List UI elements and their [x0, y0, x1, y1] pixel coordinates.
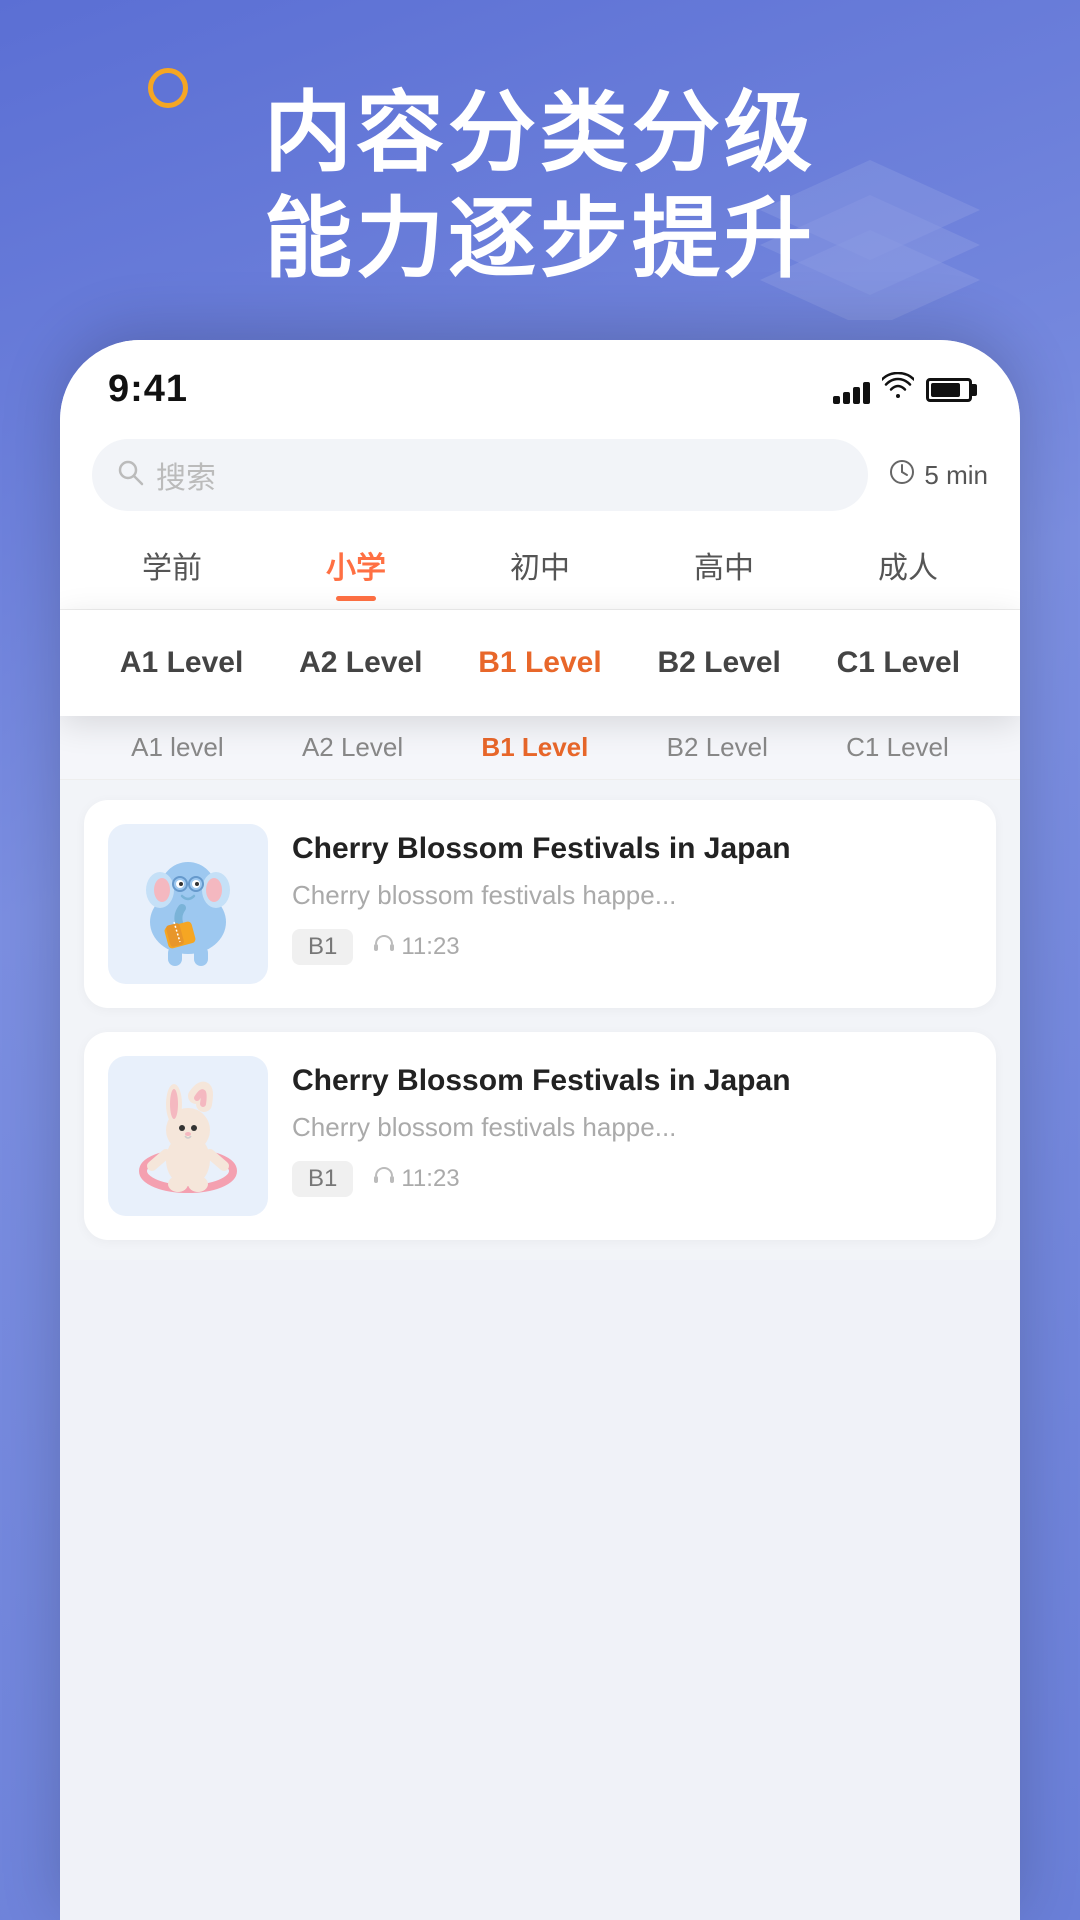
- article-info-2: Cherry Blossom Festivals in Japan Cherry…: [292, 1056, 972, 1197]
- duration-text-1: 11:23: [401, 933, 459, 961]
- search-box[interactable]: 搜索: [92, 439, 868, 511]
- duration-badge-1: 11:23: [373, 933, 459, 961]
- clock-icon: [888, 458, 916, 493]
- battery-icon: [926, 378, 972, 402]
- wifi-icon: [882, 372, 914, 407]
- article-title-2: Cherry Blossom Festivals in Japan: [292, 1060, 972, 1102]
- category-tabs: 学前 小学 初中 高中 成人: [60, 521, 1020, 610]
- status-icons: [833, 372, 972, 407]
- cat-tab-preschool[interactable]: 学前: [80, 529, 264, 601]
- sub-tab-a2[interactable]: A2 Level: [302, 732, 403, 763]
- headphone-icon-2: [373, 1165, 395, 1193]
- article-thumb-2: [108, 1056, 268, 1216]
- article-title-1: Cherry Blossom Festivals in Japan: [292, 828, 972, 870]
- article-card-1[interactable]: Cherry Blossom Festivals in Japan Cherry…: [84, 800, 996, 1008]
- cat-tab-elementary[interactable]: 小学: [264, 529, 448, 601]
- status-time: 9:41: [108, 368, 188, 411]
- search-placeholder: 搜索: [156, 453, 216, 497]
- article-info-1: Cherry Blossom Festivals in Japan Cherry…: [292, 824, 972, 965]
- sub-tab-c1[interactable]: C1 Level: [846, 732, 949, 763]
- level-badge-2: B1: [292, 1161, 353, 1197]
- sub-level-tabs: A1 level A2 Level B1 Level B2 Level C1 L…: [60, 716, 1020, 780]
- level-badge-1: B1: [292, 929, 353, 965]
- hero-section: 内容分类分级 能力逐步提升: [0, 80, 1080, 291]
- article-desc-2: Cherry blossom festivals happe...: [292, 1112, 712, 1143]
- article-thumb-1: [108, 824, 268, 984]
- search-icon: [116, 458, 144, 493]
- time-filter-label: 5 min: [924, 460, 988, 491]
- hero-title-line1: 内容分类分级: [0, 80, 1080, 186]
- article-desc-1: Cherry blossom festivals happe...: [292, 880, 712, 911]
- signal-icon: [833, 376, 870, 404]
- time-filter[interactable]: 5 min: [888, 458, 988, 493]
- status-bar: 9:41: [60, 340, 1020, 423]
- sub-tab-a1[interactable]: A1 level: [131, 732, 224, 763]
- duration-text-2: 11:23: [401, 1165, 459, 1193]
- article-list: Cherry Blossom Festivals in Japan Cherry…: [60, 780, 1020, 1260]
- sub-tab-b1[interactable]: B1 Level: [481, 732, 588, 763]
- cat-tab-adult[interactable]: 成人: [816, 529, 1000, 601]
- search-row: 搜索 5 min: [60, 423, 1020, 521]
- level-tabs-overlay: A1 Level A2 Level B1 Level B2 Level C1 L…: [60, 610, 1020, 716]
- duration-badge-2: 11:23: [373, 1165, 459, 1193]
- level-tab-c1[interactable]: C1 Level: [837, 638, 960, 688]
- level-tab-b1[interactable]: B1 Level: [478, 638, 601, 688]
- sub-tab-b2[interactable]: B2 Level: [667, 732, 768, 763]
- article-meta-1: B1 11:23: [292, 929, 972, 965]
- level-tab-a2[interactable]: A2 Level: [299, 638, 422, 688]
- phone-mockup: 9:41: [60, 340, 1020, 1920]
- app-content: 搜索 5 min 学前 小学 初中 高中 成人: [60, 423, 1020, 610]
- headphone-icon-1: [373, 933, 395, 961]
- cat-tab-middle[interactable]: 初中: [448, 529, 632, 601]
- cat-tab-high[interactable]: 高中: [632, 529, 816, 601]
- level-tab-a1[interactable]: A1 Level: [120, 638, 243, 688]
- level-tab-b2[interactable]: B2 Level: [657, 638, 780, 688]
- hero-title-line2: 能力逐步提升: [0, 186, 1080, 292]
- article-meta-2: B1 11:23: [292, 1161, 972, 1197]
- article-card-2[interactable]: Cherry Blossom Festivals in Japan Cherry…: [84, 1032, 996, 1240]
